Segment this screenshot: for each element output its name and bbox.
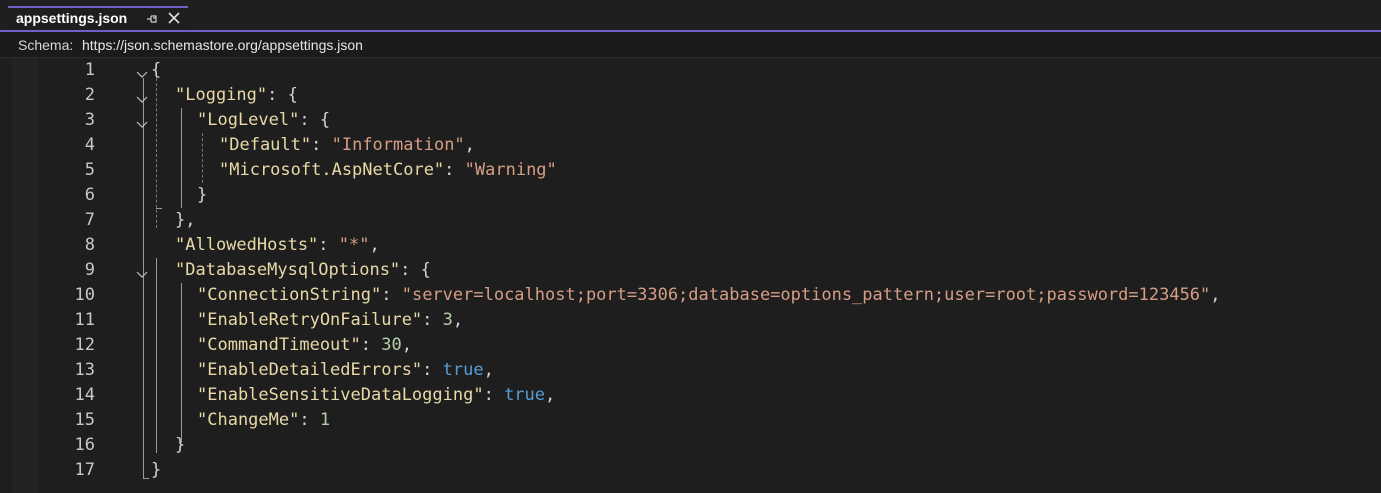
code-token: } xyxy=(175,435,186,455)
code-token: } xyxy=(197,185,208,205)
schema-url[interactable]: https://json.schemastore.org/appsettings… xyxy=(82,37,363,53)
line-number: 9 xyxy=(84,260,95,280)
tab-bar: appsettings.json xyxy=(0,0,1381,32)
code-line[interactable]: 17 } xyxy=(0,458,1381,483)
json-key: "Logging" xyxy=(175,85,268,105)
line-number: 6 xyxy=(84,185,95,205)
json-boolean-value: true xyxy=(504,385,546,405)
code-line[interactable]: 3 "LogLevel": { xyxy=(0,108,1381,133)
code-token: , xyxy=(401,335,412,355)
line-number: 8 xyxy=(84,235,95,255)
code-token: : { xyxy=(400,260,431,280)
json-key: "Microsoft.AspNetCore" xyxy=(219,160,445,180)
code-token: , xyxy=(545,385,556,405)
line-number: 11 xyxy=(74,310,95,330)
json-string-value: "Warning" xyxy=(464,160,557,180)
json-key: "AllowedHosts" xyxy=(175,235,319,255)
line-number: 4 xyxy=(84,135,95,155)
line-number: 7 xyxy=(84,210,95,230)
json-key: "CommandTimeout" xyxy=(197,335,361,355)
code-token: : xyxy=(422,310,443,330)
pin-icon[interactable] xyxy=(144,11,160,27)
code-token: : xyxy=(360,335,382,355)
code-line[interactable]: 9 "DatabaseMysqlOptions": { xyxy=(0,258,1381,283)
code-line[interactable]: 11 "EnableRetryOnFailure": 3, xyxy=(0,308,1381,333)
code-token: }, xyxy=(175,210,196,230)
line-number: 2 xyxy=(84,85,95,105)
code-line[interactable]: 7 }, xyxy=(0,208,1381,233)
code-line[interactable]: 12 "CommandTimeout": 30, xyxy=(0,333,1381,358)
line-number: 15 xyxy=(74,410,95,430)
line-number: 17 xyxy=(74,460,95,480)
code-line[interactable]: 8 "AllowedHosts": "*", xyxy=(0,233,1381,258)
code-line[interactable]: 1 { xyxy=(0,58,1381,83)
line-number: 3 xyxy=(84,110,95,130)
code-line[interactable]: 6 } xyxy=(0,183,1381,208)
json-number-value: 3 xyxy=(442,310,453,330)
line-number: 16 xyxy=(74,435,95,455)
code-token: : xyxy=(318,235,339,255)
json-key: "ChangeMe" xyxy=(197,410,300,430)
schema-label: Schema: xyxy=(18,37,74,53)
code-token: , xyxy=(1210,285,1221,305)
line-number: 14 xyxy=(74,385,95,405)
chevron-down-icon[interactable] xyxy=(136,90,148,103)
line-number: 10 xyxy=(74,285,95,305)
code-token: : xyxy=(311,135,332,155)
line-number: 1 xyxy=(84,60,95,80)
code-token: : xyxy=(422,360,443,380)
tab-appsettings-json[interactable]: appsettings.json xyxy=(8,6,188,30)
json-key: "EnableDetailedErrors" xyxy=(197,360,423,380)
code-token: : { xyxy=(299,110,331,130)
code-editor[interactable]: 1 { 2 "Logging": { 3 "LogLevel": { 4 "De… xyxy=(0,58,1381,493)
tab-title: appsettings.json xyxy=(16,10,128,26)
code-line[interactable]: 4 "Default": "Information", xyxy=(0,133,1381,158)
code-line[interactable]: 16 } xyxy=(0,433,1381,458)
line-number: 13 xyxy=(74,360,95,380)
chevron-down-icon[interactable] xyxy=(136,65,148,78)
code-line[interactable]: 10 "ConnectionString": "server=localhost… xyxy=(0,283,1381,308)
chevron-down-icon[interactable] xyxy=(136,265,148,278)
json-string-value: "Information" xyxy=(331,135,465,155)
json-key: "EnableRetryOnFailure" xyxy=(197,310,423,330)
code-line[interactable]: 2 "Logging": { xyxy=(0,83,1381,108)
code-line[interactable]: 5 "Microsoft.AspNetCore": "Warning" xyxy=(0,158,1381,183)
code-token: , xyxy=(483,360,494,380)
code-line[interactable]: 15 "ChangeMe": 1 xyxy=(0,408,1381,433)
chevron-down-icon[interactable] xyxy=(136,115,148,128)
json-string-value: "server=localhost;port=3306;database=opt… xyxy=(401,285,1211,305)
json-key: "LogLevel" xyxy=(197,110,300,130)
code-line[interactable]: 14 "EnableSensitiveDataLogging": true, xyxy=(0,383,1381,408)
code-token: : xyxy=(381,285,402,305)
json-key: "EnableSensitiveDataLogging" xyxy=(197,385,484,405)
code-token: : { xyxy=(267,85,298,105)
schema-bar: Schema: https://json.schemastore.org/app… xyxy=(0,32,1381,58)
json-number-value: 30 xyxy=(381,335,402,355)
code-token: : xyxy=(444,160,465,180)
code-token: , xyxy=(464,135,475,155)
code-token: , xyxy=(452,310,464,330)
code-token: { xyxy=(151,60,162,80)
code-token: : xyxy=(299,410,320,430)
json-key: "ConnectionString" xyxy=(197,285,382,305)
code-token: } xyxy=(151,460,162,480)
json-string-value: "*" xyxy=(338,235,370,255)
line-number: 5 xyxy=(84,160,95,180)
json-boolean-value: true xyxy=(442,360,484,380)
json-number-value: 1 xyxy=(319,410,331,430)
code-token: , xyxy=(369,235,380,255)
code-token: : xyxy=(483,385,505,405)
code-line[interactable]: 13 "EnableDetailedErrors": true, xyxy=(0,358,1381,383)
json-key: "DatabaseMysqlOptions" xyxy=(175,260,401,280)
json-key: "Default" xyxy=(219,135,312,155)
line-number: 12 xyxy=(74,335,95,355)
close-icon[interactable] xyxy=(166,10,182,26)
